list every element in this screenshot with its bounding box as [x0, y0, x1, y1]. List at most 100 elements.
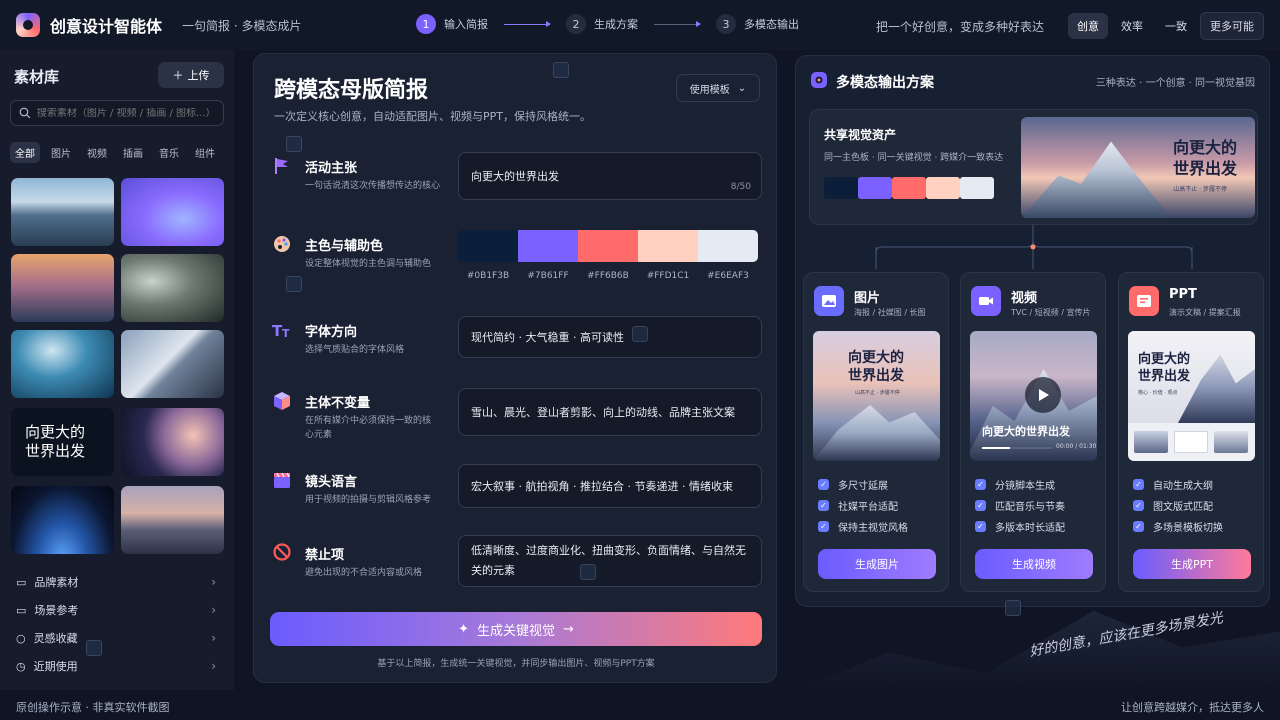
invariants-input[interactable]: 雪山、晨光、登山者剪影、向上的动线、品牌主张文案 — [458, 388, 762, 436]
asset-thumb-architecture[interactable] — [121, 330, 224, 398]
sidebar-item-inspiration[interactable]: ○ 灵感收藏 › — [16, 628, 216, 648]
page-footer: 原创操作示意 · 非真实软件截图 让创意跨越媒介，抵达更多人 — [0, 694, 1280, 720]
asset-thumb-leaf[interactable] — [121, 254, 224, 322]
mode-creative-button[interactable]: 创意 — [1068, 13, 1108, 39]
play-button[interactable] — [1025, 377, 1061, 413]
connector-lines — [875, 225, 1193, 269]
generate-key-visual-button[interactable]: ✦ 生成关键视觉 → — [270, 612, 762, 646]
use-template-dropdown[interactable]: 使用模板 ⌄ — [676, 74, 760, 102]
asset-thumb-planet[interactable] — [121, 408, 224, 476]
more-possibilities-button[interactable]: 更多可能 — [1200, 12, 1264, 40]
watermark-icon — [580, 564, 596, 580]
asset-thumb-city-skyline[interactable] — [11, 254, 114, 322]
asset-search-box[interactable] — [10, 100, 224, 126]
step-1-number[interactable]: 1 — [416, 14, 436, 34]
key-visual-image[interactable]: 向更大的 世界出发 山高不止 · 步履不停 — [1021, 117, 1255, 218]
footer-right: 让创意跨越媒介，抵达更多人 — [1121, 701, 1264, 714]
upload-button[interactable]: ＋ 上传 — [158, 62, 224, 88]
tab-components[interactable]: 组件 — [190, 142, 220, 163]
row-title-font: 字体方向 — [305, 325, 358, 340]
step-1-label[interactable]: 输入简报 — [444, 16, 488, 32]
video-progress-track[interactable] — [982, 447, 1052, 449]
generate-image-button[interactable]: 生成图片 — [818, 549, 936, 579]
tab-videos[interactable]: 视频 — [82, 142, 112, 163]
check-icon: ✓ — [818, 521, 829, 532]
step-progress: 1 输入简报 2 生成方案 3 多模态输出 — [416, 14, 799, 34]
check-item: ✓ 保持主视觉风格 — [818, 519, 908, 534]
color-swatch-peach[interactable] — [638, 230, 698, 262]
asset-thumb-mountain-dusk[interactable] — [121, 486, 224, 554]
output-card-video: 视频 TVC / 短视频 / 宣传片 向更大的世界出发 00:00 / 01:3… — [960, 272, 1106, 592]
generate-label: 生成关键视觉 — [476, 623, 555, 639]
color-palette[interactable] — [458, 230, 758, 262]
asset-thumb-slogan-text[interactable]: 向更大的 世界出发 — [11, 408, 114, 476]
generate-video-button[interactable]: 生成视频 — [975, 549, 1093, 579]
tab-music[interactable]: 音乐 — [154, 142, 184, 163]
check-item: ✓ 多版本时长适配 — [975, 519, 1065, 534]
video-card-title: 视频 — [1011, 291, 1038, 306]
prohibited-input[interactable]: 低清晰度、过度商业化、扭曲变形、负面情绪、与自然无关的元素 — [458, 535, 762, 587]
font-direction-input[interactable]: 现代简约 · 大气稳重 · 高可读性 — [458, 316, 762, 358]
asset-library-sidebar: 素材库 ＋ 上传 全部 图片 视频 插画 音乐 组件 向更大的 世界出发 ▭ 品牌… — [0, 50, 234, 690]
search-input[interactable] — [36, 107, 215, 119]
row-desc-prohibited: 避免出现的不合适内容或风格 — [305, 568, 423, 578]
sidebar-item-recent[interactable]: ◷ 近期使用 › — [16, 656, 216, 676]
image-preview[interactable]: 向更大的 世界出发 山高不止 · 步履不停 — [813, 331, 940, 461]
sidebar-item-label: 场景参考 — [34, 604, 79, 617]
shared-swatch — [926, 177, 960, 199]
chevron-right-icon: › — [211, 575, 216, 589]
row-title-colors: 主色与辅助色 — [305, 239, 384, 254]
sidebar-item-scene-reference[interactable]: ▭ 场景参考 › — [16, 600, 216, 620]
chevron-right-icon: › — [211, 631, 216, 645]
campaign-claim-input[interactable]: 向更大的世界出发 8/50 — [458, 152, 762, 200]
row-title-invariants: 主体不变量 — [305, 396, 371, 411]
tab-images[interactable]: 图片 — [46, 142, 76, 163]
step-3-number[interactable]: 3 — [716, 14, 736, 34]
step-arrow — [504, 20, 551, 27]
slide-thumb[interactable] — [1214, 431, 1248, 453]
video-preview[interactable]: 向更大的世界出发 00:00 / 01:30 — [970, 331, 1097, 461]
flag-icon — [275, 158, 288, 174]
camera-language-input[interactable]: 宏大叙事 · 航拍视角 · 推拉结合 · 节奏递进 · 情绪收束 — [458, 464, 762, 508]
row-desc-camera: 用于视频的拍摄与剪辑风格参考 — [305, 495, 432, 505]
hex-label: #FFD1C1 — [646, 271, 690, 281]
asset-thumb-ocean-wave[interactable] — [11, 330, 114, 398]
step-2-number[interactable]: 2 — [566, 14, 586, 34]
asset-thumb-lake-mountain[interactable] — [11, 178, 114, 246]
chevron-right-icon: › — [211, 603, 216, 617]
slide-thumb[interactable] — [1134, 431, 1168, 453]
lightbulb-icon: ○ — [16, 631, 26, 645]
row-title-camera: 镜头语言 — [305, 475, 358, 490]
row-title-prohibited: 禁止项 — [305, 548, 345, 563]
ppt-preview-tagline: 核心 · 价值 · 观点 — [1138, 390, 1178, 396]
mode-efficiency-button[interactable]: 效率 — [1112, 13, 1152, 39]
slide-thumb[interactable] — [1174, 431, 1208, 453]
asset-thumb-purple-wave[interactable] — [121, 178, 224, 246]
mode-consistency-button[interactable]: 一致 — [1156, 13, 1196, 39]
tab-all[interactable]: 全部 — [10, 142, 40, 163]
sidebar-item-label: 近期使用 — [33, 660, 78, 673]
color-swatch-primary[interactable] — [458, 230, 518, 262]
step-2-label[interactable]: 生成方案 — [594, 16, 638, 32]
shared-assets-title: 共享视觉资产 — [824, 128, 897, 142]
tab-illustrations[interactable]: 插画 — [118, 142, 148, 163]
color-swatch-violet[interactable] — [518, 230, 578, 262]
generate-ppt-button[interactable]: 生成PPT — [1133, 549, 1251, 579]
sidebar-item-brand-assets[interactable]: ▭ 品牌素材 › — [16, 572, 216, 592]
output-panel: 多模态输出方案 三种表达 · 一个创意 · 同一视觉基因 共享视觉资产 同一主色… — [795, 55, 1270, 607]
color-swatch-mist[interactable] — [698, 230, 758, 262]
ppt-preview-headline: 向更大的 世界出发 — [1138, 352, 1191, 384]
image-card-subtitle: 海报 / 社媒图 / 长图 — [854, 308, 926, 317]
font-direction-value: 现代简约 · 大气稳重 · 高可读性 — [471, 331, 624, 344]
check-item: ✓ 分镜脚本生成 — [975, 477, 1055, 492]
mountain-shape — [1021, 141, 1171, 218]
cube-icon — [274, 392, 290, 410]
color-hex-labels: #0B1F3B #7B61FF #FF6B6B #FFD1C1 #E6EAF3 — [458, 271, 758, 281]
ppt-card-subtitle: 演示文稿 / 提案汇报 — [1169, 308, 1241, 317]
color-swatch-coral[interactable] — [578, 230, 638, 262]
watermark-icon — [553, 62, 569, 78]
step-3-label[interactable]: 多模态输出 — [744, 16, 799, 32]
asset-thumb-earth[interactable] — [11, 486, 114, 554]
ppt-preview[interactable]: 向更大的 世界出发 核心 · 价值 · 观点 — [1128, 331, 1255, 461]
arrow-right-icon: → — [563, 621, 574, 637]
